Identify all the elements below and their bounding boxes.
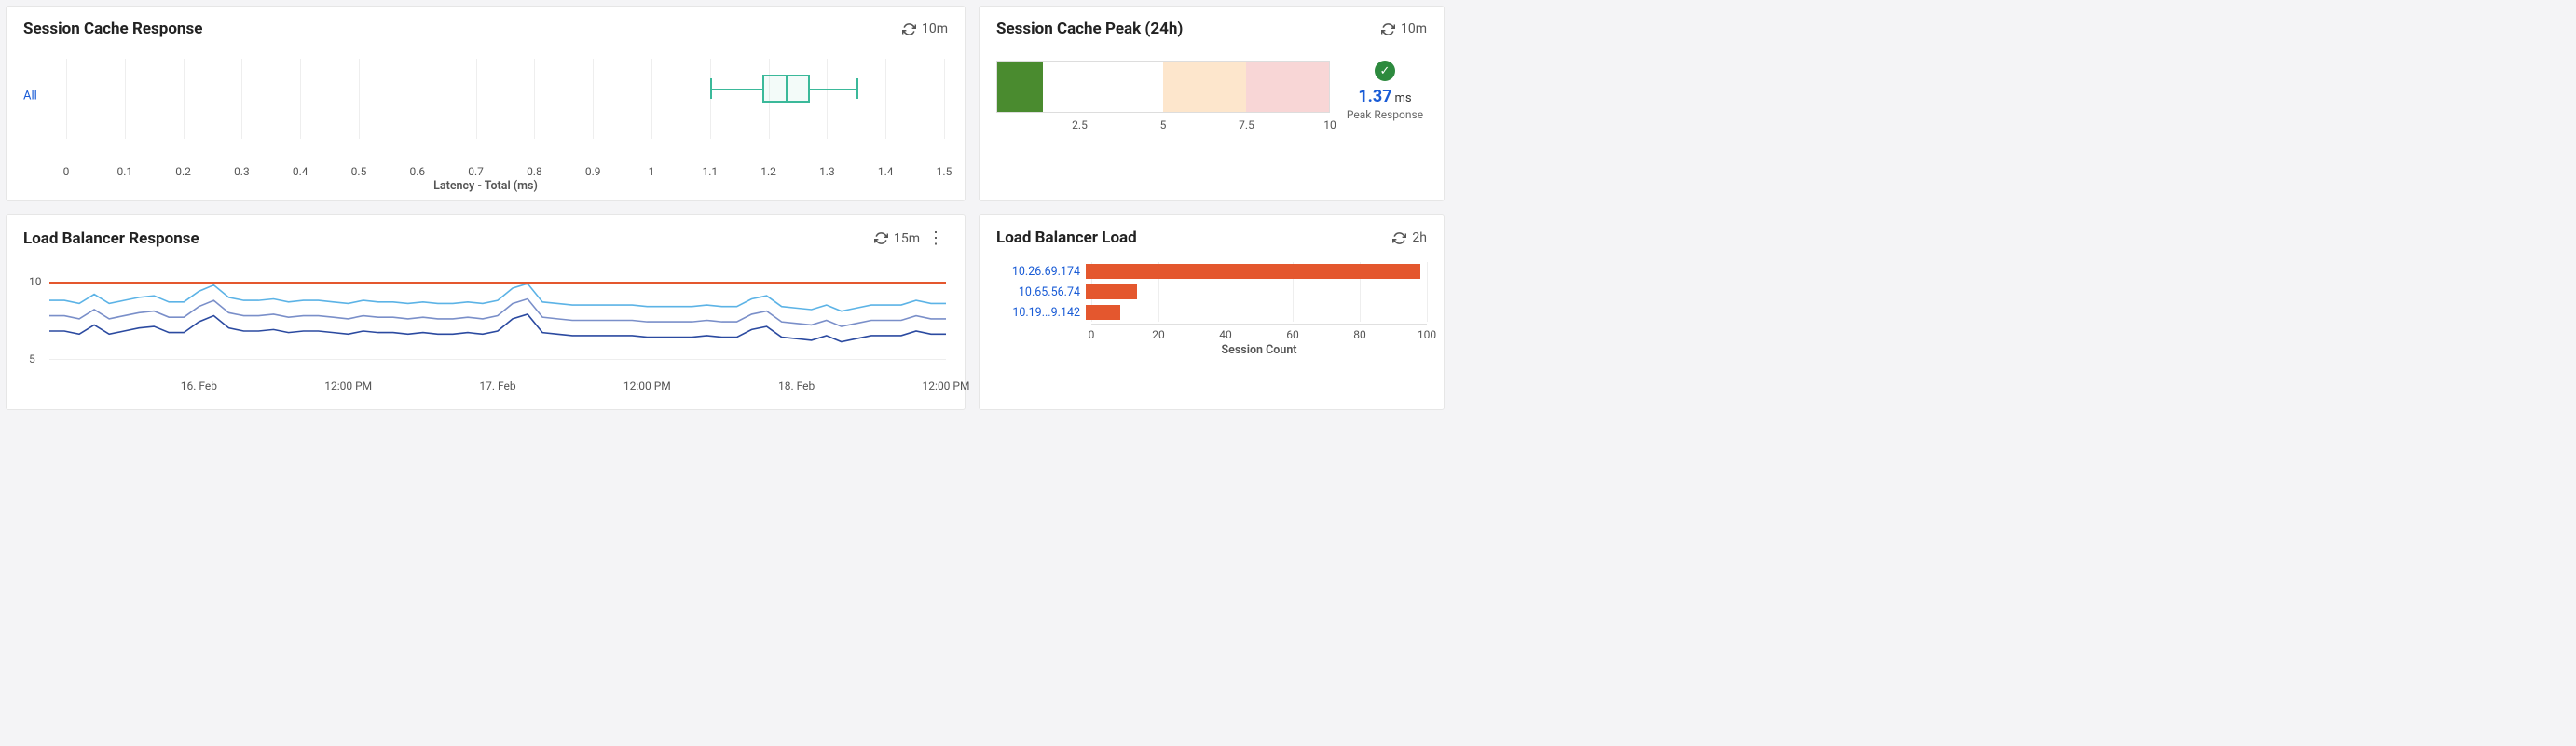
refresh-button[interactable]: 10m	[1381, 21, 1427, 36]
axis-tick: 0.5	[351, 165, 367, 178]
hbar-row: 10.65.56.74	[996, 283, 1427, 301]
refresh-icon	[1392, 231, 1406, 245]
hbar-label[interactable]: 10.65.56.74	[996, 285, 1086, 299]
panel-session-cache-peak: Session Cache Peak (24h) 10m 2.557.510 ✓…	[979, 6, 1445, 201]
axis-tick: 0.2	[175, 165, 191, 178]
refresh-interval: 10m	[1401, 21, 1427, 36]
axis-tick: 0.7	[468, 165, 484, 178]
axis-tick: 100	[1418, 328, 1436, 341]
axis-tick: 60	[1286, 328, 1299, 341]
axis-tick: 7.5	[1239, 118, 1254, 131]
refresh-button[interactable]: 10m	[902, 21, 948, 36]
axis-tick: 0	[1089, 328, 1095, 341]
axis-tick: 12:00 PM	[923, 380, 970, 393]
axis-tick: 1.2	[760, 165, 776, 178]
axis-tick: 17. Feb	[479, 380, 515, 393]
refresh-interval: 2h	[1412, 230, 1427, 245]
axis-label-x: Session Count	[1221, 343, 1296, 357]
refresh-button[interactable]: 15m	[874, 231, 920, 246]
axis-tick: 1.4	[878, 165, 894, 178]
refresh-interval: 15m	[894, 231, 920, 246]
axis-label-x: Latency - Total (ms)	[433, 179, 538, 193]
axis-tick: 0.8	[527, 165, 542, 178]
peak-sublabel: Peak Response	[1343, 108, 1427, 121]
refresh-icon	[874, 231, 888, 245]
hbar-label[interactable]: 10.26.69.174	[996, 265, 1086, 279]
axis-tick: 0.4	[293, 165, 308, 178]
axis-tick: 1	[649, 165, 655, 178]
axis-tick: 12:00 PM	[324, 380, 372, 393]
axis-tick: 20	[1152, 328, 1165, 341]
axis-tick: 10	[1323, 118, 1336, 131]
panel-lb-response: Load Balancer Response 15m ⋮ 51016. Feb1…	[6, 214, 966, 410]
axis-tick: 0.9	[585, 165, 601, 178]
hbar-row: 10.26.69.174	[996, 262, 1427, 281]
hbar-area: 10.26.69.174 10.65.56.74 10.19...9.1420 20 4…	[996, 262, 1427, 400]
panel-lb-load: Load Balancer Load 2h 10.26.69.174 10.65.…	[979, 214, 1445, 410]
axis-tick: 0	[63, 165, 70, 178]
axis-tick: 40	[1219, 328, 1232, 341]
refresh-interval: 10m	[922, 21, 948, 36]
axis-tick: 12:00 PM	[623, 380, 671, 393]
panel-title: Load Balancer Load	[996, 228, 1137, 247]
refresh-icon	[902, 22, 916, 36]
peak-value: 1.37ms	[1343, 87, 1427, 106]
axis-tick: 18. Feb	[778, 380, 815, 393]
axis-tick: 1.1	[702, 165, 718, 178]
hbar-row: 10.19...9.142	[996, 303, 1427, 322]
axis-tick: 5	[29, 352, 35, 366]
axis-tick: 1.5	[937, 165, 952, 178]
status-ok-icon: ✓	[1375, 61, 1395, 81]
boxplot-area: 00.10.20.30.40.50.60.70.80.911.11.21.31.…	[66, 59, 944, 159]
boxplot-category-label[interactable]: All	[23, 89, 37, 103]
axis-tick: 16. Feb	[181, 380, 217, 393]
axis-tick: 80	[1353, 328, 1366, 341]
panel-title: Load Balancer Response	[23, 229, 199, 248]
axis-tick: 0.1	[116, 165, 132, 178]
panel-title: Session Cache Peak (24h)	[996, 20, 1183, 38]
axis-tick: 2.5	[1072, 118, 1088, 131]
panel-menu-button[interactable]: ⋮	[924, 228, 948, 248]
axis-tick: 10	[29, 275, 42, 288]
panel-session-cache-response: Session Cache Response 10m All 00.10.20.…	[6, 6, 966, 201]
hbar-label[interactable]: 10.19...9.142	[996, 306, 1086, 320]
axis-tick: 1.3	[819, 165, 835, 178]
gauge-area: 2.557.510	[996, 61, 1330, 113]
line-chart-area: 51016. Feb12:00 PM17. Feb12:00 PM18. Feb…	[49, 267, 946, 374]
refresh-button[interactable]: 2h	[1392, 230, 1427, 245]
axis-tick: 5	[1160, 118, 1167, 131]
panel-title: Session Cache Response	[23, 20, 202, 38]
axis-tick: 0.6	[409, 165, 425, 178]
refresh-icon	[1381, 22, 1395, 36]
axis-tick: 0.3	[234, 165, 250, 178]
